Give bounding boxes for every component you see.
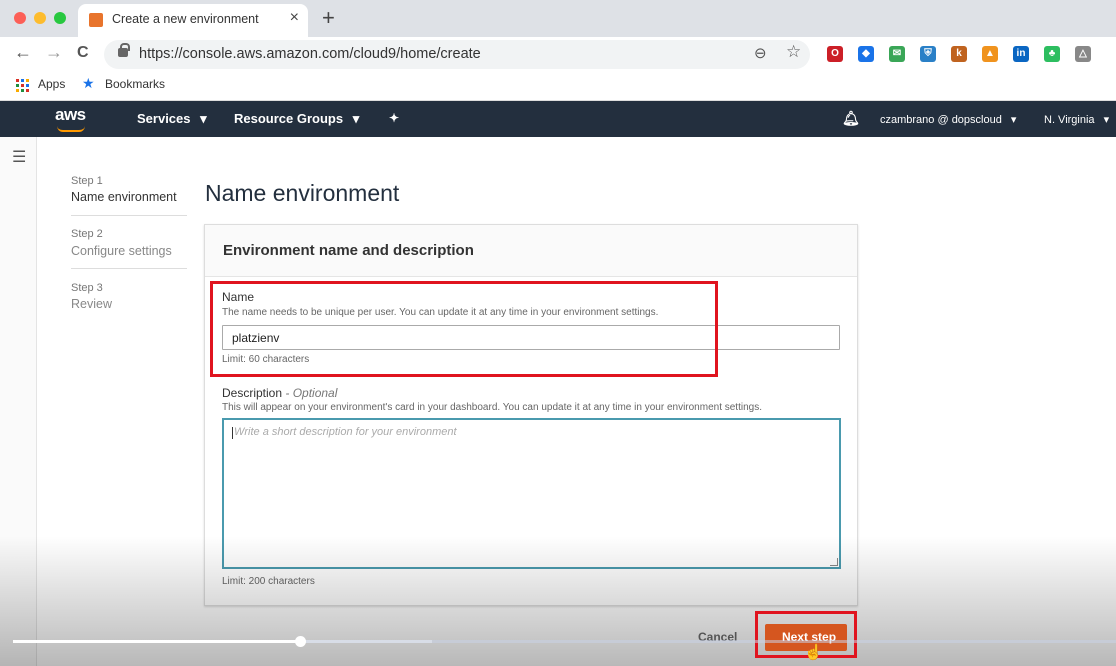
minimize-window-button[interactable] [34, 12, 46, 24]
back-arrow-icon[interactable]: ← [14, 42, 32, 63]
opera-icon[interactable]: O [827, 46, 843, 62]
description-placeholder: Write a short description for your envir… [234, 426, 457, 438]
url-text: https://console.aws.amazon.com/cloud9/ho… [139, 46, 481, 62]
step-divider [71, 215, 187, 216]
chevron-down-icon: ▾ [1010, 114, 1017, 126]
evernote-icon[interactable]: ♣ [1044, 46, 1060, 62]
shield-icon[interactable]: ⛨ [920, 46, 936, 62]
video-progress-fill [13, 640, 300, 643]
chevron-down-icon: ▾ [352, 111, 360, 126]
tab-title: Create a new environment [112, 12, 259, 26]
apps-grid-icon[interactable] [16, 79, 29, 92]
pin-icon[interactable]: ✦ [389, 111, 399, 125]
aws-logo[interactable]: aws [55, 105, 86, 125]
close-window-button[interactable] [14, 12, 26, 24]
left-sidebar-collapsed: ☰ [0, 137, 37, 666]
name-highlight-box [210, 281, 718, 377]
services-menu[interactable]: Services ▾ [137, 111, 207, 127]
aws-logo-smile-icon [57, 126, 85, 132]
hamburger-menu-icon[interactable]: ☰ [12, 147, 26, 167]
panel-header: Environment name and description [205, 225, 857, 277]
step-2-number: Step 2 [71, 228, 103, 240]
description-textarea[interactable]: Write a short description for your envir… [222, 418, 841, 569]
bell-icon[interactable]: 🔔︎ [842, 110, 860, 127]
k-icon[interactable]: k [951, 46, 967, 62]
lock-icon [118, 43, 130, 57]
region-menu[interactable]: N. Virginia ▾ [1044, 113, 1109, 126]
forward-arrow-icon[interactable]: → [45, 42, 63, 63]
bookmarks-folder[interactable]: Bookmarks [105, 77, 165, 91]
text-caret [232, 427, 233, 439]
browser-toolbar: ← → C https://console.aws.amazon.com/clo… [0, 37, 1116, 71]
mail-icon[interactable]: ✉ [889, 46, 905, 62]
description-label: Description - Optional [222, 386, 337, 400]
panel-title: Environment name and description [223, 242, 474, 259]
page-title: Name environment [205, 180, 400, 206]
apps-bookmark[interactable]: Apps [38, 77, 65, 91]
linkedin-icon[interactable]: in [1013, 46, 1029, 62]
step-3-number: Step 3 [71, 282, 103, 294]
description-help-text: This will appear on your environment's c… [222, 402, 762, 413]
browser-tab[interactable]: Create a new environment × [78, 4, 308, 37]
description-limit-text: Limit: 200 characters [222, 576, 315, 587]
region-label: N. Virginia [1044, 114, 1095, 126]
browser-tab-strip: Create a new environment × + [0, 0, 1116, 37]
services-label: Services [137, 111, 191, 126]
user-label: czambrano @ dopscloud [880, 114, 1002, 126]
aws-top-nav: aws Services ▾ Resource Groups ▾ ✦ 🔔︎ cz… [0, 101, 1116, 137]
new-tab-button[interactable]: + [322, 5, 335, 31]
chevron-down-icon: ▾ [1103, 114, 1110, 126]
step-3-name[interactable]: Review [71, 297, 112, 311]
bookmarks-bar: Apps ★ Bookmarks [0, 71, 1116, 101]
resource-groups-label: Resource Groups [234, 111, 344, 126]
step-2-name[interactable]: Configure settings [71, 244, 172, 258]
reload-icon[interactable]: C [77, 44, 89, 62]
user-menu[interactable]: czambrano @ dopscloud ▾ [880, 113, 1016, 126]
bookmark-star-icon[interactable]: ☆ [786, 42, 801, 62]
address-bar[interactable]: https://console.aws.amazon.com/cloud9/ho… [104, 40, 810, 69]
step-1-number: Step 1 [71, 175, 103, 187]
resize-handle-icon[interactable] [830, 558, 838, 566]
chevron-down-icon: ▾ [200, 111, 207, 126]
maximize-window-button[interactable] [54, 12, 66, 24]
resource-groups-menu[interactable]: Resource Groups ▾ [234, 111, 359, 127]
optional-tag: - Optional [282, 386, 338, 400]
drive-icon[interactable]: △ [1075, 46, 1091, 62]
cloud9-favicon-icon [89, 13, 103, 27]
step-1-name[interactable]: Name environment [71, 190, 177, 204]
zoom-icon[interactable]: ⊖ [754, 44, 767, 62]
step-divider [71, 268, 187, 269]
triangle-icon[interactable]: ▲ [982, 46, 998, 62]
description-label-text: Description [222, 386, 283, 400]
bookmarks-star-icon: ★ [82, 75, 95, 91]
tab-close-icon[interactable]: × [290, 9, 299, 27]
hand-cursor-icon: ☝ [804, 644, 823, 661]
diamond-icon[interactable]: ◆ [858, 46, 874, 62]
video-scrubber-handle[interactable] [295, 636, 306, 647]
